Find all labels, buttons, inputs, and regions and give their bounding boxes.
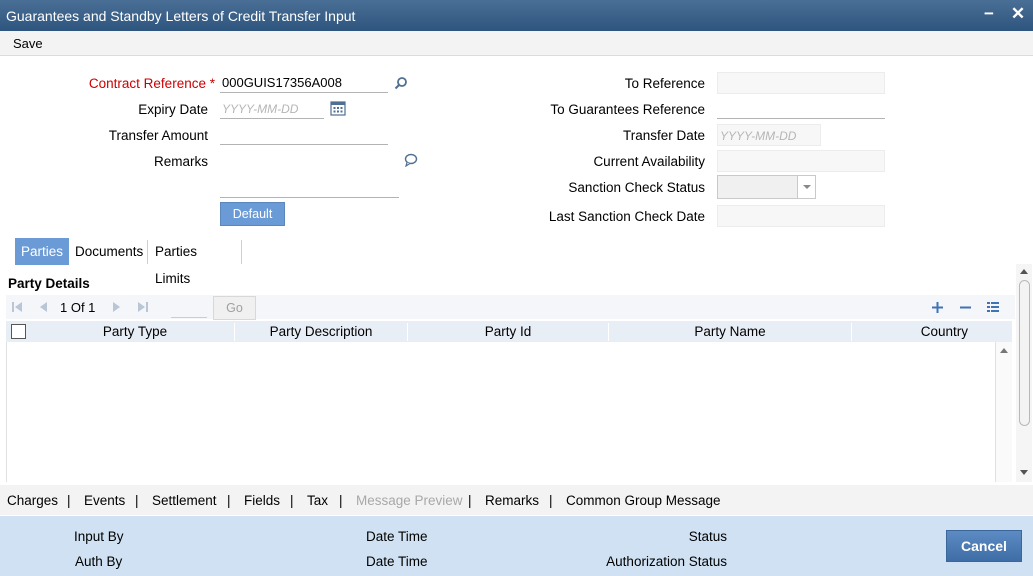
link-separator: | <box>227 493 231 508</box>
column-header-party-description[interactable]: Party Description <box>235 321 407 342</box>
grid-toolbar <box>6 295 1015 319</box>
current-availability-label: Current Availability <box>593 154 705 169</box>
cancel-button[interactable]: Cancel <box>946 530 1022 562</box>
vertical-scrollbar[interactable] <box>1016 264 1032 482</box>
scroll-up-icon[interactable] <box>999 346 1009 354</box>
auth-by-label: Auth By <box>75 554 123 569</box>
search-icon[interactable] <box>394 76 408 90</box>
tab-parties-limits[interactable]: Parties Limits <box>149 238 203 286</box>
sanction-check-status-select[interactable] <box>717 175 816 199</box>
link-separator: | <box>67 493 71 508</box>
tax-link[interactable]: Tax <box>307 493 328 508</box>
go-button[interactable]: Go <box>213 296 256 320</box>
input-by-label: Input By <box>74 529 124 544</box>
menu-bar: Save <box>0 31 1033 56</box>
charges-link[interactable]: Charges <box>7 493 58 508</box>
last-page-icon[interactable] <box>137 301 149 313</box>
party-grid-header: Party Type Party Description Party Id Pa… <box>6 321 1012 342</box>
window-title: Guarantees and Standby Letters of Credit… <box>6 8 356 24</box>
contract-reference-input[interactable] <box>220 73 388 93</box>
last-sanction-check-date-input <box>717 205 885 227</box>
party-details-title: Party Details <box>8 276 90 291</box>
prev-page-icon[interactable] <box>37 301 49 313</box>
settlement-link[interactable]: Settlement <box>152 493 217 508</box>
fields-link[interactable]: Fields <box>244 493 280 508</box>
link-separator: | <box>549 493 553 508</box>
to-guarantees-reference-label: To Guarantees Reference <box>550 102 705 117</box>
input-date-time-label: Date Time <box>366 529 428 544</box>
column-header-party-id[interactable]: Party Id <box>408 321 608 342</box>
auth-date-time-label: Date Time <box>366 554 428 569</box>
tab-parties[interactable]: Parties <box>15 238 70 265</box>
status-label: Status <box>688 529 727 544</box>
pager-text: 1 Of 1 <box>60 300 96 315</box>
next-page-icon[interactable] <box>111 301 123 313</box>
last-sanction-check-date-label: Last Sanction Check Date <box>548 209 705 224</box>
tab-separator <box>147 240 148 264</box>
column-header-party-name[interactable]: Party Name <box>609 321 851 342</box>
column-header-country[interactable]: Country <box>852 321 992 342</box>
single-view-icon[interactable] <box>986 300 1000 314</box>
sub-screen-link-bar: Charges | Events | Settlement | Fields |… <box>0 485 1033 515</box>
link-separator: | <box>339 493 343 508</box>
column-header-party-type[interactable]: Party Type <box>36 321 234 342</box>
delete-row-icon[interactable] <box>959 301 972 314</box>
remarks-label: Remarks <box>153 154 208 169</box>
grid-inner-scrollbar[interactable] <box>996 342 1012 482</box>
tab-documents[interactable]: Documents <box>69 238 149 265</box>
scrollbar-thumb[interactable] <box>1019 280 1030 426</box>
transfer-date-input[interactable] <box>717 124 821 146</box>
comment-icon[interactable] <box>404 153 418 167</box>
first-page-icon[interactable] <box>11 301 23 313</box>
expiry-date-input[interactable] <box>220 99 324 119</box>
expiry-date-label: Expiry Date <box>138 102 208 117</box>
to-reference-label: To Reference <box>624 76 705 91</box>
common-group-message-link[interactable]: Common Group Message <box>566 493 721 508</box>
minimize-icon[interactable]: − <box>979 4 999 26</box>
events-link[interactable]: Events <box>84 493 125 508</box>
audit-footer <box>0 516 1033 576</box>
link-separator: | <box>135 493 139 508</box>
scroll-up-icon[interactable] <box>1019 267 1029 275</box>
message-preview-link: Message Preview <box>356 493 463 508</box>
page-number-input[interactable] <box>171 300 207 318</box>
transfer-amount-label: Transfer Amount <box>108 128 208 143</box>
to-reference-input[interactable] <box>717 72 885 94</box>
calendar-icon[interactable] <box>330 100 346 116</box>
to-guarantees-reference-input[interactable] <box>717 99 885 119</box>
select-all-checkbox[interactable] <box>11 324 26 339</box>
sanction-check-status-label: Sanction Check Status <box>568 180 705 195</box>
window-titlebar: Guarantees and Standby Letters of Credit… <box>0 0 1033 31</box>
current-availability-input <box>717 150 885 172</box>
transfer-amount-input[interactable] <box>220 125 388 145</box>
party-grid-body <box>6 342 996 482</box>
contract-reference-label: Contract Reference * <box>88 76 215 91</box>
chevron-down-icon[interactable] <box>797 176 815 198</box>
authorization-status-label: Authorization Status <box>606 554 727 569</box>
add-row-icon[interactable] <box>931 301 944 314</box>
remarks-input[interactable] <box>220 178 399 198</box>
remarks-link[interactable]: Remarks <box>485 493 539 508</box>
transfer-date-label: Transfer Date <box>622 128 705 143</box>
link-separator: | <box>290 493 294 508</box>
tab-separator <box>241 240 242 264</box>
scroll-down-icon[interactable] <box>1019 469 1029 477</box>
save-menu-item[interactable]: Save <box>13 36 43 51</box>
link-separator: | <box>468 493 472 508</box>
default-button[interactable]: Default <box>220 202 285 226</box>
close-icon[interactable]: ✕ <box>1008 4 1028 26</box>
